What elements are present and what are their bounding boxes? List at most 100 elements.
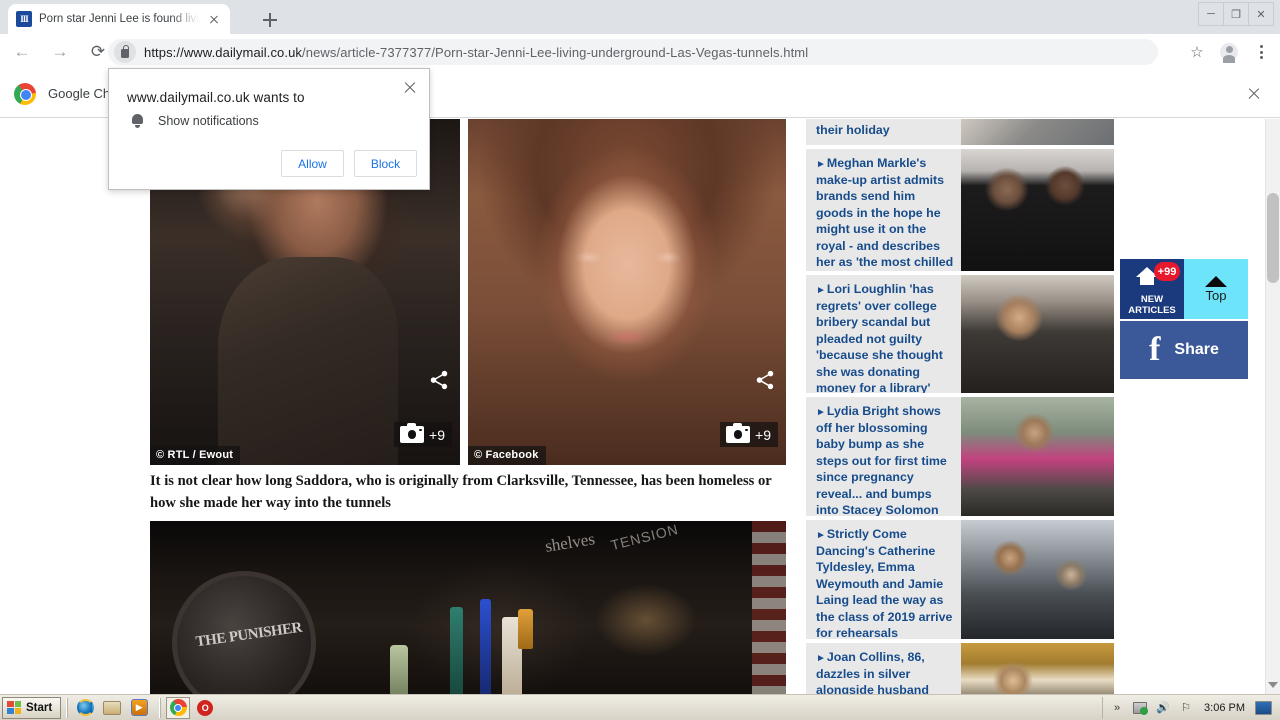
- share-icon[interactable]: [428, 369, 450, 391]
- bell-icon: [131, 113, 144, 128]
- chevron-right-icon: ►: [816, 285, 826, 296]
- volume-icon[interactable]: 🔊: [1155, 700, 1171, 716]
- secure-lock-icon[interactable]: [114, 41, 136, 63]
- chevron-right-icon: ►: [816, 653, 826, 664]
- camera-icon: [400, 422, 425, 443]
- share-icon[interactable]: [754, 369, 776, 391]
- windows-taskbar: Start ▶ O » 🔊 ⚐ 3:06 PM: [0, 694, 1280, 720]
- article-photo-2[interactable]: +9 © Facebook: [468, 119, 786, 465]
- star-icon[interactable]: ☆: [1182, 38, 1212, 66]
- close-icon[interactable]: [403, 81, 417, 95]
- permission-dialog-buttons: Allow Block: [281, 150, 417, 177]
- close-icon[interactable]: [1246, 86, 1262, 102]
- sidebar-item-thumbnail: [961, 520, 1114, 639]
- new-articles-button[interactable]: +99 NEW ARTICLES: [1120, 259, 1184, 319]
- close-icon[interactable]: [206, 11, 222, 27]
- browser-toolbar: ← → ⟳ https://www.dailymail.co.uk/news/a…: [0, 34, 1280, 70]
- block-button[interactable]: Block: [354, 150, 417, 177]
- list-item[interactable]: ►Joan Collins, 86, dazzles in silver alo…: [806, 643, 1114, 694]
- bottle-amber: [518, 609, 533, 649]
- sidebar-item-headline: ►Lori Loughlin 'has regrets' over colleg…: [816, 282, 943, 393]
- screen: III Porn star Jenni Lee is found living …: [0, 0, 1280, 720]
- photo-credit: © Facebook: [468, 446, 546, 465]
- opera-taskbar-icon[interactable]: O: [193, 697, 217, 719]
- taskbar-separator: [159, 697, 162, 718]
- chevron-right-icon: ►: [816, 530, 826, 541]
- share-label: Share: [1174, 341, 1219, 358]
- permission-option-row: Show notifications: [131, 113, 259, 128]
- article-caption: It is not clear how long Saddora, who is…: [150, 471, 786, 528]
- chalk-text-tension: TENSION: [609, 521, 681, 554]
- chevron-right-icon: ►: [816, 407, 826, 418]
- taskbar-separator: [66, 697, 69, 718]
- list-item[interactable]: ►Meghan Markle's make-up artist admits b…: [806, 149, 1114, 271]
- list-item[interactable]: their holiday: [806, 119, 1114, 145]
- page-scrollbar[interactable]: [1265, 119, 1280, 694]
- scroll-to-top-button[interactable]: Top: [1184, 259, 1248, 319]
- bottle-blue: [480, 599, 491, 694]
- url-text: https://www.dailymail.co.uk/news/article…: [144, 45, 808, 60]
- bottle-green: [450, 607, 463, 694]
- minimize-icon[interactable]: ─: [1198, 2, 1224, 26]
- show-desktop-icon[interactable]: [1255, 700, 1272, 715]
- glass-stack: [390, 645, 408, 694]
- photo-count: +9: [429, 426, 445, 443]
- url-host: https://www.dailymail.co.uk: [144, 44, 303, 60]
- show-hidden-icons-chevron[interactable]: »: [1109, 700, 1125, 716]
- facebook-f-icon: f: [1149, 331, 1161, 368]
- scroll-down-arrow-icon[interactable]: [1268, 682, 1278, 688]
- sidebar-item-thumbnail: [961, 149, 1114, 271]
- sidebar-item-headline: ►Lydia Bright shows off her blossoming b…: [816, 404, 947, 516]
- sidebar-item-thumbnail: [961, 643, 1114, 694]
- forward-arrow-icon[interactable]: →: [44, 36, 76, 68]
- photo-count: +9: [755, 426, 771, 443]
- chrome-browser-window: III Porn star Jenni Lee is found living …: [0, 0, 1280, 694]
- network-icon[interactable]: [1132, 700, 1149, 716]
- home-icon-body: [1140, 276, 1154, 285]
- folder-explorer-icon[interactable]: [100, 697, 124, 719]
- permission-option-label: Show notifications: [158, 113, 259, 128]
- close-icon[interactable]: ✕: [1248, 2, 1274, 26]
- profile-avatar-icon[interactable]: [1214, 38, 1244, 66]
- photo-count-badge[interactable]: +9: [720, 422, 778, 447]
- chrome-logo-icon: [14, 82, 36, 105]
- related-articles-sidebar: their holiday ►Meghan Markle's make-up a…: [806, 119, 1114, 694]
- restore-icon[interactable]: ❐: [1223, 2, 1249, 26]
- windows-flag-icon: [7, 700, 22, 715]
- permission-dialog-title: www.dailymail.co.uk wants to: [127, 90, 305, 105]
- toolbar-right-icons: ☆: [1182, 38, 1276, 66]
- dailymail-favicon: III: [16, 11, 32, 27]
- internet-explorer-icon[interactable]: [73, 697, 97, 719]
- camera-icon: [726, 422, 751, 443]
- tab-strip: III Porn star Jenni Lee is found living …: [0, 0, 1280, 34]
- new-tab-button[interactable]: [258, 8, 282, 32]
- tab-title: Porn star Jenni Lee is found living in: [39, 13, 199, 25]
- flag-icon[interactable]: ⚐: [1178, 700, 1194, 716]
- allow-button[interactable]: Allow: [281, 150, 344, 177]
- notification-permission-dialog: www.dailymail.co.uk wants to Show notifi…: [108, 68, 430, 190]
- start-button[interactable]: Start: [2, 696, 62, 719]
- back-arrow-icon[interactable]: ←: [6, 36, 38, 68]
- infobar-text: Google Ch: [48, 86, 111, 101]
- media-player-icon[interactable]: ▶: [127, 697, 151, 719]
- new-articles-badge: +99: [1154, 262, 1180, 281]
- chevron-right-icon: ►: [816, 159, 826, 170]
- page-viewport: +9 © RTL / Ewout +9 © Facebook It is not…: [0, 119, 1280, 694]
- browser-tab[interactable]: III Porn star Jenni Lee is found living …: [8, 4, 230, 34]
- facebook-share-button[interactable]: f Share: [1120, 321, 1248, 379]
- list-item[interactable]: ►Lori Loughlin 'has regrets' over colleg…: [806, 275, 1114, 393]
- chrome-taskbar-icon[interactable]: [166, 696, 191, 719]
- chalk-text-shelves: shelves: [543, 529, 597, 556]
- list-item[interactable]: ►Strictly Come Dancing's Catherine Tylde…: [806, 520, 1114, 639]
- photo-count-badge[interactable]: +9: [394, 422, 452, 447]
- article-photo-3[interactable]: shelves TENSION: [150, 521, 786, 694]
- three-dot-menu-icon[interactable]: [1246, 38, 1276, 66]
- scrollbar-thumb[interactable]: [1267, 193, 1279, 283]
- photo-credit: © RTL / Ewout: [150, 446, 241, 465]
- top-label: Top: [1205, 287, 1227, 303]
- taskbar-clock[interactable]: 3:06 PM: [1204, 702, 1245, 714]
- list-item[interactable]: ►Lydia Bright shows off her blossoming b…: [806, 397, 1114, 516]
- address-bar[interactable]: https://www.dailymail.co.uk/news/article…: [108, 39, 1158, 65]
- caret-up-icon: [1205, 275, 1227, 287]
- new-articles-label: NEW ARTICLES: [1128, 294, 1176, 316]
